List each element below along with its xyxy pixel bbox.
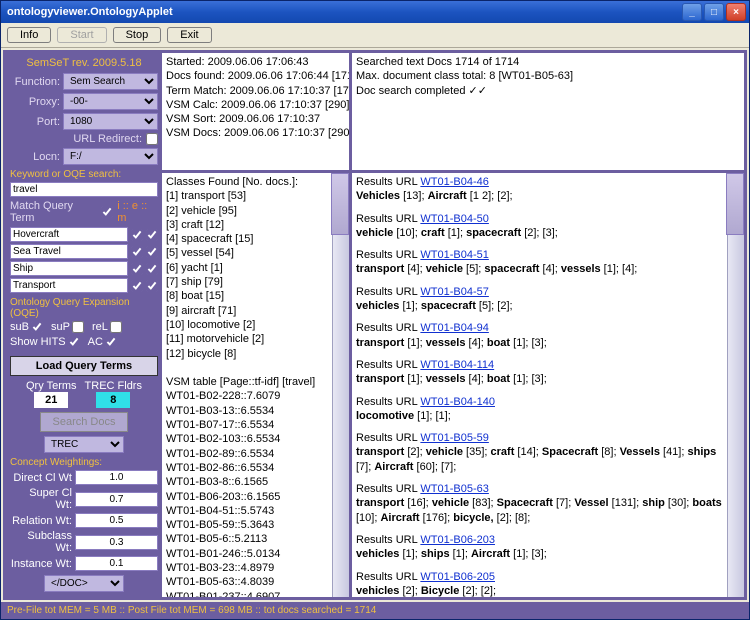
match-query-label: Match Query Term xyxy=(10,200,97,224)
sub-checkbox[interactable] xyxy=(31,321,43,333)
result-url-link[interactable]: WT01-B04-94 xyxy=(420,322,488,334)
direct-weight-input[interactable] xyxy=(75,470,158,485)
term-input-1[interactable] xyxy=(10,244,128,259)
qry-terms-value: 21 xyxy=(34,392,68,408)
result-url-link[interactable]: WT01-B05-59 xyxy=(420,432,488,444)
subclass-weight-label: Subclass Wt: xyxy=(10,530,72,554)
result-url-link[interactable]: WT01-B06-203 xyxy=(420,534,495,546)
subclass-weight-input[interactable] xyxy=(75,535,158,550)
result-url-link[interactable]: WT01-B04-114 xyxy=(420,359,494,371)
toolbar: Info Start Stop Exit xyxy=(1,23,749,48)
term-check-b-1[interactable] xyxy=(146,246,158,258)
result-block: Results URL WT01-B04-94transport [1]; ve… xyxy=(356,321,724,350)
result-url-link[interactable]: WT01-B05-63 xyxy=(420,483,488,495)
log-pane: Started: 2009.06.06 17:06:43Docs found: … xyxy=(162,53,349,173)
maximize-button[interactable]: □ xyxy=(704,3,724,21)
oqe-label: Ontology Query Expansion (OQE) xyxy=(10,297,158,319)
search-docs-button[interactable]: Search Docs xyxy=(40,412,129,432)
super-weight-label: Super Cl Wt: xyxy=(10,487,72,511)
result-block: Results URL WT01-B04-114transport [1]; v… xyxy=(356,358,724,387)
port-select[interactable]: 1080 xyxy=(63,113,158,130)
function-label: Function: xyxy=(10,76,60,88)
app-version: SemSeT rev. 2009.5.18 xyxy=(10,57,158,69)
super-weight-input[interactable] xyxy=(75,492,158,507)
term-check-a-0[interactable] xyxy=(131,229,143,241)
show-hits-checkbox[interactable] xyxy=(68,336,80,348)
relation-weight-input[interactable] xyxy=(75,513,158,528)
status-pane: Searched text Docs 1714 of 1714Max. docu… xyxy=(352,53,744,173)
result-block: Results URL WT01-B06-203vehicles [1]; sh… xyxy=(356,533,724,562)
result-url-link[interactable]: WT01-B04-140 xyxy=(420,396,495,408)
result-block: Results URL WT01-B04-57vehicles [1]; spa… xyxy=(356,285,724,314)
relation-weight-label: Relation Wt: xyxy=(10,515,72,527)
port-label: Port: xyxy=(10,116,60,128)
info-button[interactable]: Info xyxy=(7,27,51,43)
keyword-input[interactable] xyxy=(10,182,158,197)
result-url-link[interactable]: WT01-B04-57 xyxy=(420,286,488,298)
window-title: ontologyviewer.OntologyApplet xyxy=(7,6,682,18)
result-block: Results URL WT01-B06-205vehicles [2]; Bi… xyxy=(356,570,724,597)
result-url-link[interactable]: WT01-B06-205 xyxy=(420,571,495,583)
titlebar: ontologyviewer.OntologyApplet _ □ × xyxy=(1,1,749,23)
result-block: Results URL WT01-B04-46Vehicles [13]; Ai… xyxy=(356,175,724,204)
url-redirect-checkbox[interactable] xyxy=(146,133,158,145)
term-check-b-0[interactable] xyxy=(146,229,158,241)
url-redirect-label: URL Redirect: xyxy=(73,133,142,145)
instance-weight-input[interactable] xyxy=(75,556,158,571)
close-button[interactable]: × xyxy=(726,3,746,21)
term-check-a-2[interactable] xyxy=(131,263,143,275)
sup-label: suP xyxy=(51,321,70,333)
weightings-label: Concept Weightings: xyxy=(10,457,158,468)
classes-pane[interactable]: Classes Found [No. docs.]:[1] transport … xyxy=(162,173,349,597)
sup-checkbox[interactable] xyxy=(72,321,84,333)
sidebar: SemSeT rev. 2009.5.18 Function:Sem Searc… xyxy=(6,53,162,597)
match-query-checkbox[interactable] xyxy=(101,206,113,218)
result-block: Results URL WT01-B04-50vehicle [10]; cra… xyxy=(356,212,724,241)
term-input-3[interactable] xyxy=(10,278,128,293)
trec-select[interactable]: TREC xyxy=(44,436,124,453)
rel-label: reL xyxy=(92,321,108,333)
trec-fldrs-label: TREC Fldrs xyxy=(85,380,142,392)
exit-button[interactable]: Exit xyxy=(167,27,211,43)
match-suffix: i :: e :: m xyxy=(117,200,158,224)
result-url-link[interactable]: WT01-B04-46 xyxy=(420,176,488,188)
locn-select[interactable]: F:/ xyxy=(63,148,158,165)
stop-button[interactable]: Stop xyxy=(113,27,162,43)
minimize-button[interactable]: _ xyxy=(682,3,702,21)
qry-terms-label: Qry Terms xyxy=(26,380,77,392)
show-hits-label: Show HITS xyxy=(10,336,66,348)
trec-fldrs-value: 8 xyxy=(96,392,130,408)
load-query-terms-button[interactable]: Load Query Terms xyxy=(10,356,158,376)
sub-label: suB xyxy=(10,321,29,333)
term-check-b-3[interactable] xyxy=(146,280,158,292)
term-check-a-3[interactable] xyxy=(131,280,143,292)
result-block: Results URL WT01-B04-51transport [4]; ve… xyxy=(356,248,724,277)
rel-checkbox[interactable] xyxy=(110,321,122,333)
result-url-link[interactable]: WT01-B04-50 xyxy=(420,213,488,225)
direct-weight-label: Direct Cl Wt xyxy=(10,472,72,484)
results-pane[interactable]: Results URL WT01-B04-46Vehicles [13]; Ai… xyxy=(352,173,744,597)
ac-checkbox[interactable] xyxy=(105,336,117,348)
term-check-a-1[interactable] xyxy=(131,246,143,258)
start-button: Start xyxy=(57,27,106,43)
result-block: Results URL WT01-B05-63transport [16]; v… xyxy=(356,482,724,525)
term-input-2[interactable] xyxy=(10,261,128,276)
result-block: Results URL WT01-B04-140locomotive [1]; … xyxy=(356,395,724,424)
locn-label: Locn: xyxy=(10,151,60,163)
statusbar: Pre-File tot MEM = 5 MB :: Post File tot… xyxy=(1,602,749,619)
ac-label: AC xyxy=(88,336,103,348)
doc-select[interactable]: </DOC> xyxy=(44,575,124,592)
proxy-select[interactable]: -00- xyxy=(63,93,158,110)
proxy-label: Proxy: xyxy=(10,96,60,108)
result-block: Results URL WT01-B05-59transport [2]; ve… xyxy=(356,431,724,474)
instance-weight-label: Instance Wt: xyxy=(10,558,72,570)
term-input-0[interactable] xyxy=(10,227,128,242)
term-check-b-2[interactable] xyxy=(146,263,158,275)
result-url-link[interactable]: WT01-B04-51 xyxy=(420,249,488,261)
keyword-label: Keyword or OQE search: xyxy=(10,169,158,180)
function-select[interactable]: Sem Search xyxy=(63,73,158,90)
